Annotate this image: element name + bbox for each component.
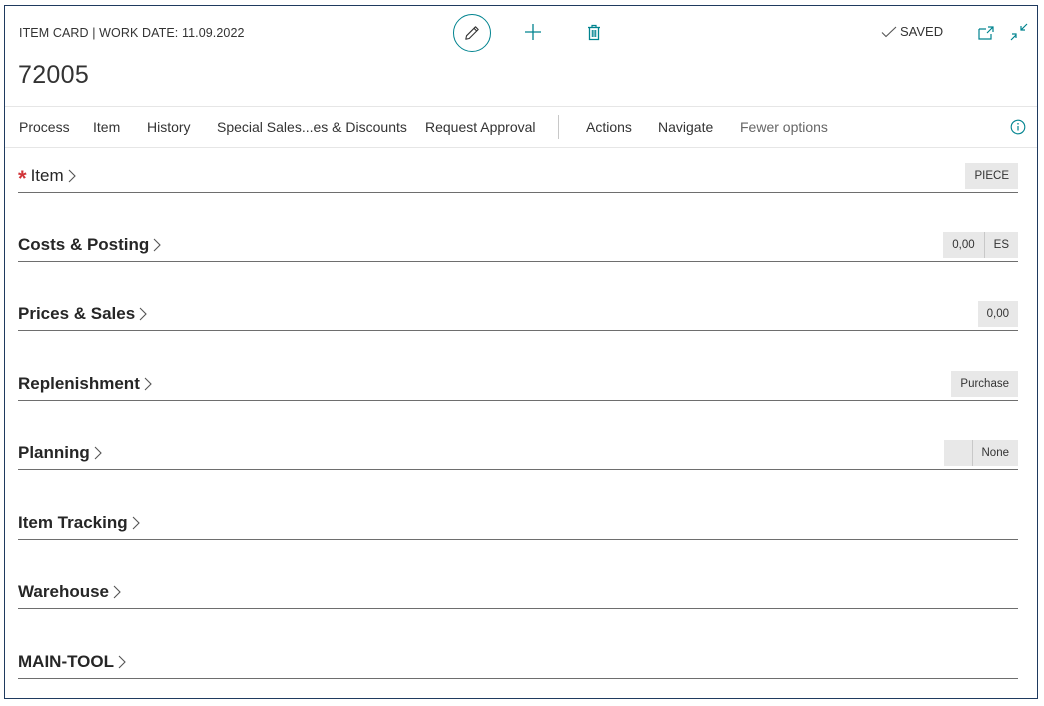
chevron-right-icon xyxy=(68,169,76,183)
section-title: Item xyxy=(30,166,64,185)
section-title: Item Tracking xyxy=(18,513,128,532)
section-title: Costs & Posting xyxy=(18,235,150,254)
save-status: SAVED xyxy=(881,24,943,39)
collapse-button[interactable] xyxy=(1009,22,1029,42)
section-main-tool-header[interactable]: MAIN-TOOL xyxy=(18,652,127,672)
section-title: Replenishment xyxy=(18,374,140,393)
summary-unit-cost: 0,00 xyxy=(943,232,984,258)
section-title: Warehouse xyxy=(18,582,110,601)
collapse-arrows-icon xyxy=(1010,23,1028,41)
save-status-label: SAVED xyxy=(900,24,944,39)
chevron-right-icon xyxy=(144,377,152,391)
action-separator xyxy=(558,115,559,139)
info-button[interactable] xyxy=(1010,119,1026,135)
chevron-right-icon xyxy=(94,446,102,460)
summary-empty-field xyxy=(943,440,972,466)
section-summary: None xyxy=(943,440,1018,466)
section-item-header[interactable]: * Item xyxy=(18,166,77,191)
section-title: MAIN-TOOL xyxy=(18,652,115,671)
chevron-right-icon xyxy=(113,585,121,599)
section-replenishment: Replenishment Purchase xyxy=(18,364,1018,401)
chevron-right-icon xyxy=(132,516,140,530)
section-warehouse-header[interactable]: Warehouse xyxy=(18,582,122,602)
summary-base-unit: PIECE xyxy=(965,163,1018,189)
chevron-right-icon xyxy=(153,238,162,252)
section-costs-posting-header[interactable]: Costs & Posting xyxy=(18,235,162,255)
section-title: Planning xyxy=(18,443,90,462)
action-process[interactable]: Process xyxy=(19,107,70,147)
page-header: ITEM CARD | WORK DATE: 11.09.2022 72005 xyxy=(5,6,1037,106)
section-summary: PIECE xyxy=(965,163,1018,189)
record-title: 72005 xyxy=(18,61,90,89)
edit-button[interactable] xyxy=(453,14,491,52)
chevron-right-icon xyxy=(139,307,147,321)
section-costs-posting: Costs & Posting 0,00 ES xyxy=(18,225,1018,262)
new-button[interactable] xyxy=(521,20,545,44)
section-prices-sales-header[interactable]: Prices & Sales xyxy=(18,304,148,324)
section-summary: 0,00 ES xyxy=(943,232,1018,258)
section-item-tracking: Item Tracking xyxy=(18,503,1018,540)
plus-icon xyxy=(525,24,541,40)
section-planning: Planning None xyxy=(18,433,1018,470)
section-summary: 0,00 xyxy=(977,301,1018,327)
open-in-new-window-button[interactable] xyxy=(977,24,997,42)
delete-button[interactable] xyxy=(583,20,605,44)
summary-reordering-policy: None xyxy=(971,440,1018,466)
section-title: Prices & Sales xyxy=(18,304,136,323)
section-replenishment-header[interactable]: Replenishment xyxy=(18,374,153,394)
item-card-page: ITEM CARD | WORK DATE: 11.09.2022 72005 xyxy=(4,5,1038,699)
open-new-window-icon xyxy=(978,26,994,40)
section-main-tool: MAIN-TOOL xyxy=(18,642,1018,679)
summary-posting-group: ES xyxy=(983,232,1018,258)
section-item: * Item PIECE xyxy=(18,156,1018,193)
pencil-icon xyxy=(465,26,479,40)
info-icon xyxy=(1010,119,1026,135)
section-prices-sales: Prices & Sales 0,00 xyxy=(18,294,1018,331)
section-item-tracking-header[interactable]: Item Tracking xyxy=(18,513,141,533)
summary-replenishment-system: Purchase xyxy=(951,371,1018,397)
page-caption: ITEM CARD | WORK DATE: 11.09.2022 xyxy=(19,26,245,40)
checkmark-icon xyxy=(881,26,897,37)
action-special-sales-prices-discounts[interactable]: Special Sales...es & Discounts xyxy=(217,107,407,147)
section-planning-header[interactable]: Planning xyxy=(18,443,103,463)
action-fewer-options[interactable]: Fewer options xyxy=(740,107,828,147)
section-summary: Purchase xyxy=(951,371,1018,397)
chevron-right-icon xyxy=(118,655,126,669)
summary-unit-price: 0,00 xyxy=(977,301,1018,327)
action-request-approval[interactable]: Request Approval xyxy=(425,107,536,147)
action-item[interactable]: Item xyxy=(93,107,120,147)
section-warehouse: Warehouse xyxy=(18,572,1018,609)
action-history[interactable]: History xyxy=(147,107,191,147)
trash-icon xyxy=(588,24,600,40)
action-navigate[interactable]: Navigate xyxy=(658,107,713,147)
action-actions[interactable]: Actions xyxy=(586,107,632,147)
action-bar: Process Item History Special Sales...es … xyxy=(5,106,1037,148)
required-indicator: * xyxy=(18,166,27,191)
